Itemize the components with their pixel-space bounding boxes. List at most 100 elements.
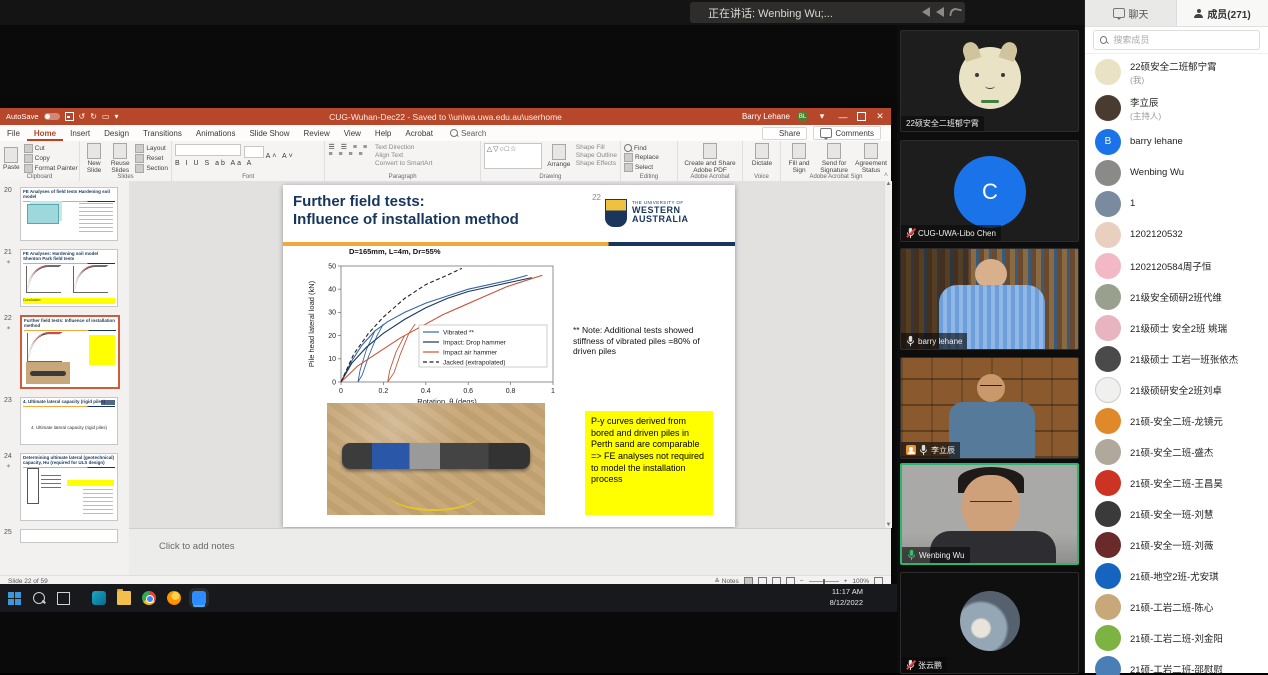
tab-members[interactable]: 成员(271) [1177,0,1268,26]
comments-button[interactable]: Comments [813,126,881,140]
ribbon-tab-home[interactable]: Home [27,125,63,141]
ribbon-search[interactable]: Search [450,129,486,138]
create-pdf-button[interactable]: Create and Share Adobe PDF [681,143,739,174]
restore-button[interactable] [857,112,866,121]
account-avatar[interactable]: BL [797,111,808,122]
member-list[interactable]: 22硕安全二班郁宁霄(我)李立辰(主持人)Bbarry lehaneWenbin… [1085,54,1268,675]
reuse-slides-button[interactable]: Reuse Slides [109,143,131,174]
ribbon-tab-file[interactable]: File [0,125,27,141]
zoom-slider[interactable] [809,581,839,582]
font-size-select[interactable] [244,146,264,158]
thumb-preview[interactable]: FE Analyses: Hardening soil model Shento… [20,249,118,307]
send-signature-button[interactable]: Send for Signature [817,143,851,174]
taskbar-search-icon[interactable] [33,592,45,604]
cut-button[interactable]: Cut [24,144,78,153]
ribbon-tab-animations[interactable]: Animations [189,125,243,141]
autosave-toggle[interactable] [44,113,60,120]
notes-pane[interactable]: Click to add notes [129,528,891,576]
start-button[interactable] [8,592,21,605]
text-direction-button[interactable]: Text Direction [375,144,432,151]
ribbon-tab-acrobat[interactable]: Acrobat [398,125,440,141]
format-painter-button[interactable]: Format Painter [24,164,78,173]
member-row[interactable]: 李立辰(主持人) [1085,90,1268,126]
align-text-button[interactable]: Align Text [375,152,432,159]
paste-button[interactable]: Paste [3,143,20,174]
video-tile[interactable]: 张云鹏 [900,572,1079,674]
copy-button[interactable]: Copy [24,154,78,163]
slide-scrollbar[interactable]: ▲ ▼ [884,181,892,528]
member-row[interactable]: 21硕-安全一班-刘慧 [1085,498,1268,529]
firefox-icon[interactable] [167,591,181,605]
shape-fill-button[interactable]: Shape Fill [576,144,617,151]
fill-sign-button[interactable]: Fill and Sign [784,143,814,174]
reset-button[interactable]: Reset [135,154,168,163]
member-row[interactable]: 21硕-工岩二班-陈心 [1085,591,1268,622]
slide-thumbnail-24[interactable]: 24✶Determining ultimate lateral (geotech… [20,453,121,521]
back-arrow-icon[interactable] [949,6,962,17]
slide-thumbnail-25[interactable]: 25 [20,529,121,543]
scroll-up-icon[interactable]: ▲ [886,181,892,187]
member-row[interactable]: 22硕安全二班郁宁霄(我) [1085,54,1268,90]
section-button[interactable]: Section [135,164,168,173]
thumb-preview[interactable]: 4. Ultimate lateral capacity (rigid pile… [20,397,118,445]
member-row[interactable]: 21级硕研安全2班刘卓 [1085,374,1268,405]
font-name-select[interactable] [175,144,241,156]
list-indent-icons[interactable]: ☰ ☰ ≡ ≡ [328,143,369,151]
member-row[interactable]: 21硕-工岩二班-邵慰慰 [1085,653,1268,675]
ribbon-tab-view[interactable]: View [337,125,368,141]
member-row[interactable]: 21硕-安全二班-盛杰 [1085,436,1268,467]
slideshow-icon[interactable]: ▭ [102,112,110,121]
new-slide-button[interactable]: New Slide [83,143,105,174]
member-row[interactable]: 21硕-地空2班-尤安琪 [1085,560,1268,591]
video-tile[interactable]: Wenbing Wu [900,463,1079,565]
replace-button[interactable]: Replace [624,153,674,162]
find-button[interactable]: Find [624,144,674,152]
member-row[interactable]: 21硕-工岩二班-刘金阳 [1085,622,1268,653]
task-view-icon[interactable] [57,592,70,605]
member-search-box[interactable] [1093,30,1260,50]
member-row[interactable]: 1202120584周子恒 [1085,250,1268,281]
slide-thumbnail-20[interactable]: 20FE Analyses of field tests Hardening s… [20,187,121,241]
slide-thumbnail-23[interactable]: 234. Ultimate lateral capacity (rigid pi… [20,397,121,445]
ribbon-display-icon[interactable]: ▾ [815,111,829,122]
align-icons[interactable]: ≡ ≡ ≡ ≡ [328,151,369,158]
save-icon[interactable] [65,112,74,121]
slide-thumbnail-22[interactable]: 22✶Further field tests: Influence of ins… [20,315,121,389]
share-button[interactable]: ⇧ Share [762,127,807,140]
slide-thumbnail-21[interactable]: 21✶FE Analyses: Hardening soil model She… [20,249,121,307]
close-button[interactable]: ✕ [873,111,887,122]
notes-placeholder[interactable]: Click to add notes [159,541,891,552]
collapse-ribbon-icon[interactable]: ˄ [884,172,888,179]
ribbon-tab-transitions[interactable]: Transitions [136,125,189,141]
dictate-button[interactable]: Dictate [746,143,778,167]
member-row[interactable]: 1202120532 [1085,219,1268,250]
meeting-app-icon[interactable] [192,591,206,605]
slide-canvas[interactable]: Further field tests: Influence of instal… [283,185,735,527]
taskbar-app-icon[interactable] [92,591,106,605]
ribbon-tab-slide-show[interactable]: Slide Show [242,125,296,141]
tab-chat[interactable]: 聊天 [1085,0,1177,26]
thumb-preview[interactable] [20,529,118,543]
arrange-button[interactable]: Arrange [546,143,572,169]
member-row[interactable]: 1 [1085,188,1268,219]
thumb-preview[interactable]: Further field tests: Influence of instal… [20,315,120,389]
chrome-icon[interactable] [142,591,156,605]
member-row[interactable]: Wenbing Wu [1085,157,1268,188]
shape-effects-button[interactable]: Shape Effects [576,160,617,167]
video-tile[interactable]: barry lehane [900,248,1079,350]
ribbon-tab-help[interactable]: Help [368,125,398,141]
member-row[interactable]: 21硕-安全二班-龙镜元 [1085,405,1268,436]
video-tile[interactable]: 22硕安全二班郁宁霄 [900,30,1079,132]
video-tile[interactable]: C CUG-UWA-Libo Chen [900,140,1079,242]
agreement-status-button[interactable]: Agreement Status [854,143,888,174]
layout-arrow-icon[interactable] [936,7,944,17]
member-row[interactable]: 21硕-安全二班-王昌昊 [1085,467,1268,498]
file-explorer-icon[interactable] [117,591,131,605]
ribbon-tab-insert[interactable]: Insert [63,125,97,141]
font-grow-shrink-icons[interactable]: A˄ A˅ [266,153,295,160]
video-tile[interactable]: 李立辰 [900,357,1079,459]
shape-gallery[interactable]: △▽○□☆ [484,143,542,169]
shape-outline-button[interactable]: Shape Outline [576,152,617,159]
account-name[interactable]: Barry Lehane [742,112,790,121]
ribbon-tab-review[interactable]: Review [296,125,336,141]
